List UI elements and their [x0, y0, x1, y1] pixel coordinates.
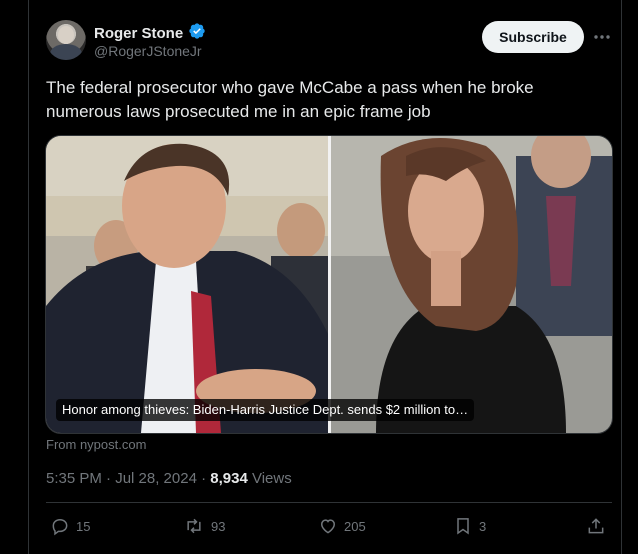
repost-count: 93 [211, 518, 226, 534]
like-button[interactable]: 205 [318, 516, 366, 536]
bookmark-icon [453, 516, 473, 536]
views-label: Views [247, 470, 292, 487]
divider [46, 502, 612, 503]
views-count: 8,934 [210, 470, 248, 487]
article-photo [46, 136, 612, 433]
reply-button[interactable]: 15 [50, 516, 90, 536]
share-button[interactable] [586, 516, 606, 536]
tweet-timestamp[interactable]: 5:35 PM · Jul 28, 2024 · [46, 470, 210, 487]
heart-icon [318, 516, 338, 536]
avatar[interactable] [46, 20, 86, 60]
subscribe-button[interactable]: Subscribe [482, 21, 584, 53]
repost-button[interactable]: 93 [183, 516, 225, 536]
link-card-caption[interactable]: Honor among thieves: Biden-Harris Justic… [56, 399, 475, 421]
author-name[interactable]: Roger Stone [94, 25, 183, 42]
verified-badge-icon [188, 22, 206, 45]
more-options-icon[interactable] [592, 27, 612, 47]
tweet-meta: 5:35 PM · Jul 28, 2024 · 8,934 Views [46, 470, 292, 487]
reply-count: 15 [76, 518, 91, 534]
bookmark-button[interactable]: 3 [453, 516, 486, 536]
link-card-image[interactable]: Honor among thieves: Biden-Harris Justic… [45, 135, 613, 434]
share-icon [586, 516, 606, 536]
action-bar: 15 93 205 3 [46, 516, 612, 540]
bookmark-count: 3 [479, 518, 487, 534]
tweet-text: The federal prosecutor who gave McCabe a… [46, 78, 534, 121]
reply-icon [50, 516, 70, 536]
author-handle[interactable]: @RogerJStoneJr [94, 43, 202, 59]
link-source[interactable]: From nypost.com [46, 437, 146, 452]
repost-icon [183, 516, 205, 536]
like-count: 205 [344, 518, 366, 534]
author-name-row[interactable]: Roger Stone [94, 22, 206, 45]
